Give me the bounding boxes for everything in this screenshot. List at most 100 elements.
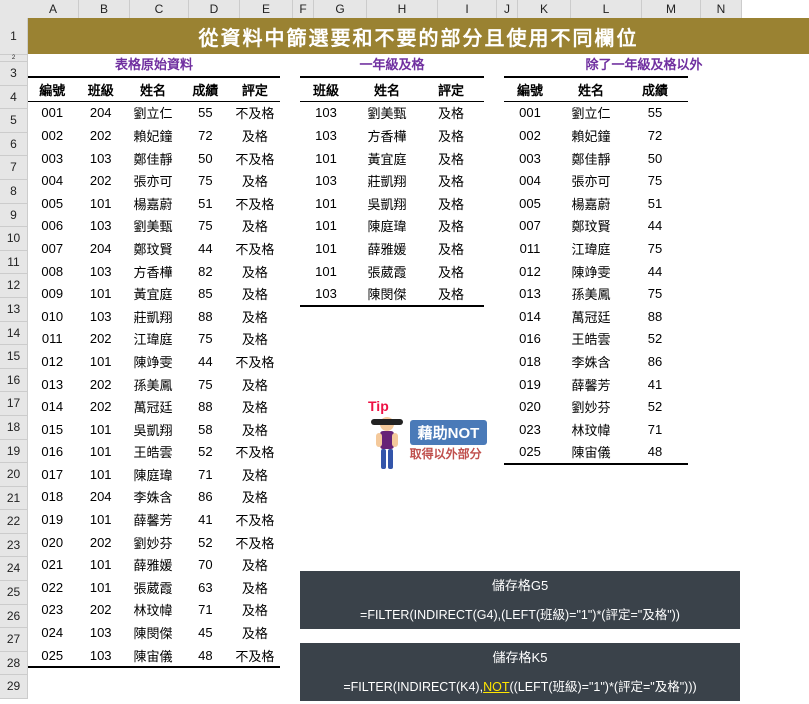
table-row[interactable]: 010103莊凱翔88及格 [28,305,280,328]
cell[interactable]: 202 [76,535,124,550]
cell[interactable]: 009 [28,286,76,301]
cell[interactable]: 005 [28,196,76,211]
cell[interactable]: 李姝含 [556,352,626,371]
cell[interactable]: 019 [28,512,76,527]
cell[interactable]: 張亦可 [556,171,626,190]
cell[interactable]: 鄭玟賢 [125,239,181,258]
cell[interactable]: 001 [28,105,76,120]
cell[interactable]: 202 [76,128,124,143]
cell[interactable]: 63 [181,580,229,595]
table-row[interactable]: 007204鄭玟賢44不及格 [28,237,280,260]
cell[interactable]: 陳閔傑 [352,284,422,303]
cell[interactable]: 45 [181,625,229,640]
row-header-25[interactable]: 25 [0,581,28,605]
row-header-27[interactable]: 27 [0,628,28,652]
cell[interactable]: 103 [76,218,124,233]
cell[interactable]: 陳宙儀 [125,646,181,665]
cell[interactable]: 018 [28,489,76,504]
cell[interactable]: 薛馨芳 [556,375,626,394]
cell[interactable]: 及格 [230,578,280,597]
table-row[interactable]: 017101陳庭瑋71及格 [28,463,280,486]
cell[interactable]: 吳凱翔 [352,194,422,213]
cell[interactable]: 012 [28,354,76,369]
cell[interactable]: 黃宜庭 [125,284,181,303]
cell[interactable]: 101 [300,264,352,279]
cell[interactable]: 44 [181,354,229,369]
col-header-J[interactable]: J [497,0,518,19]
cell[interactable]: 及格 [230,262,280,281]
table-row[interactable]: 018李姝含86 [504,350,688,373]
cell[interactable]: 72 [181,128,229,143]
cell[interactable]: 及格 [230,420,280,439]
cell[interactable]: 不及格 [230,442,280,461]
row-header-16[interactable]: 16 [0,369,28,393]
table-row[interactable]: 101陳庭瑋及格 [300,215,484,238]
cell[interactable]: 204 [76,241,124,256]
col-header-C[interactable]: C [130,0,189,19]
cell[interactable]: 不及格 [230,103,280,122]
cell[interactable]: 賴妃鐘 [556,126,626,145]
table-row[interactable]: 101黃宜庭及格 [300,147,484,170]
cell[interactable]: 張葳霞 [352,262,422,281]
cell[interactable]: 71 [181,467,229,482]
header-cell[interactable]: 成績 [181,80,229,99]
cell[interactable]: 75 [181,331,229,346]
cell[interactable]: 75 [181,377,229,392]
table-row[interactable]: 012101陳竫雯44不及格 [28,350,280,373]
table-row[interactable]: 002202賴妃鐘72及格 [28,124,280,147]
cell[interactable]: 孫美鳳 [125,375,181,394]
cell[interactable]: 75 [181,218,229,233]
cell[interactable]: 103 [300,128,352,143]
cell[interactable]: 陳閔傑 [125,623,181,642]
table-row[interactable]: 002賴妃鐘72 [504,124,688,147]
cell[interactable]: 44 [626,218,684,233]
cell[interactable]: 賴妃鐘 [125,126,181,145]
cell[interactable]: 103 [76,151,124,166]
cell[interactable]: 陳竫雯 [556,262,626,281]
cell[interactable]: 及格 [230,465,280,484]
cell[interactable]: 101 [300,196,352,211]
col-header-H[interactable]: H [367,0,438,19]
cell[interactable]: 不及格 [230,533,280,552]
cell[interactable]: 011 [28,331,76,346]
cell[interactable]: 003 [504,151,556,166]
cell[interactable]: 101 [76,354,124,369]
cell[interactable]: 張亦可 [125,171,181,190]
col-header-M[interactable]: M [642,0,701,19]
cell[interactable]: 005 [504,196,556,211]
cell[interactable]: 鄭佳靜 [125,149,181,168]
cell[interactable]: 莊凱翔 [125,307,181,326]
cell[interactable]: 楊嘉蔚 [125,194,181,213]
cell[interactable]: 陳庭瑋 [352,216,422,235]
cell[interactable]: 86 [626,354,684,369]
cell[interactable]: 41 [626,377,684,392]
col-header-D[interactable]: D [189,0,240,19]
cell[interactable]: 及格 [422,262,480,281]
table-row[interactable]: 023202林玟幃71及格 [28,599,280,622]
cell[interactable]: 202 [76,399,124,414]
cell[interactable]: 101 [300,241,352,256]
cell[interactable]: 及格 [230,623,280,642]
cell[interactable]: 吳凱翔 [125,420,181,439]
row-header-13[interactable]: 13 [0,298,28,322]
cell[interactable]: 202 [76,602,124,617]
table-row[interactable]: 018204李姝含86及格 [28,486,280,509]
cell[interactable]: 101 [300,218,352,233]
cell[interactable]: 及格 [230,600,280,619]
cell[interactable]: 75 [181,173,229,188]
cell[interactable]: 及格 [422,194,480,213]
header-cell[interactable]: 成績 [626,80,684,99]
cell[interactable]: 52 [626,399,684,414]
cell[interactable]: 50 [181,151,229,166]
cell[interactable]: 012 [504,264,556,279]
table-row[interactable]: 020202劉妙芬52不及格 [28,531,280,554]
table-row[interactable]: 016王皓雲52 [504,328,688,351]
cell[interactable]: 及格 [422,239,480,258]
cell[interactable]: 008 [28,264,76,279]
cell[interactable]: 李姝含 [125,487,181,506]
cell[interactable]: 020 [28,535,76,550]
cell[interactable]: 不及格 [230,194,280,213]
cell[interactable]: 萬冠廷 [556,307,626,326]
table-row[interactable]: 001劉立仁55 [504,102,688,125]
row-header-17[interactable]: 17 [0,392,28,416]
